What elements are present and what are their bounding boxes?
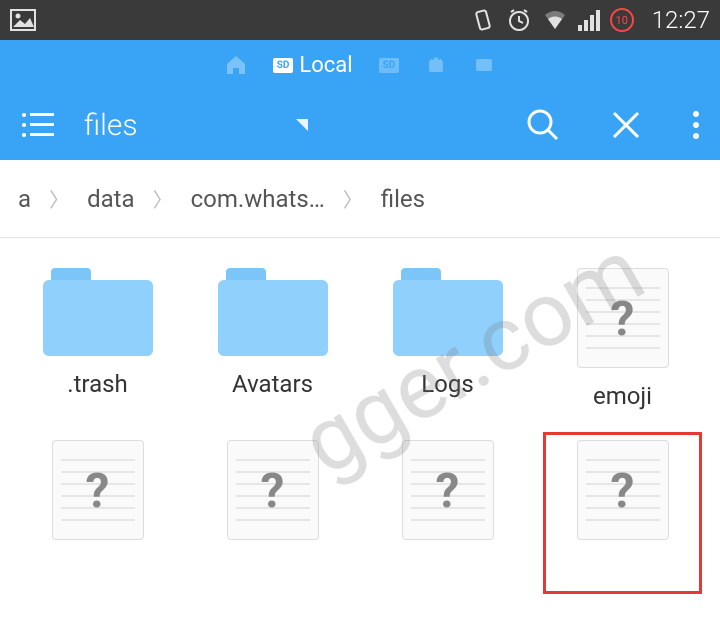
breadcrumb-item[interactable]: com.whats… [173, 185, 343, 213]
status-bar: 10 12:27 [0, 0, 720, 40]
file-item[interactable]: ? [10, 430, 185, 564]
folder-item[interactable]: .trash [10, 258, 185, 420]
tab-sd2[interactable]: SD [373, 54, 406, 77]
tab-home[interactable] [219, 50, 253, 80]
item-label: Logs [421, 370, 473, 398]
chevron-right-icon: 〉 [343, 184, 363, 213]
unknown-file-icon: ? [227, 440, 319, 540]
wifi-icon [542, 9, 568, 31]
folder-item[interactable]: Avatars [185, 258, 360, 420]
folder-item[interactable]: Logs [360, 258, 535, 420]
dropdown-arrow-icon[interactable] [296, 119, 308, 131]
file-item[interactable]: ? [360, 430, 535, 564]
signal-icon [578, 9, 600, 31]
tab-network[interactable] [467, 50, 501, 80]
file-item[interactable]: ? emoji [535, 258, 710, 420]
breadcrumb: a 〉 data 〉 com.whats… 〉 files [0, 160, 720, 238]
item-label: Avatars [232, 370, 313, 398]
tab-local-label: Local [299, 53, 352, 78]
chevron-right-icon: 〉 [49, 184, 69, 213]
alarm-icon [506, 7, 532, 33]
unknown-file-icon: ? [577, 440, 669, 540]
search-icon[interactable] [526, 108, 560, 142]
folder-icon [393, 268, 503, 356]
chevron-right-icon: 〉 [153, 184, 173, 213]
storage-tabs: SD Local SD [0, 40, 720, 90]
folder-icon [43, 268, 153, 356]
breadcrumb-item[interactable]: a [0, 185, 49, 213]
tab-local[interactable]: SD Local [267, 49, 359, 82]
menu-list-icon[interactable] [20, 111, 56, 139]
toolbar-title[interactable]: files [84, 108, 138, 143]
sd-icon: SD [379, 58, 400, 73]
unknown-file-icon: ? [577, 268, 669, 368]
tab-android[interactable] [419, 50, 453, 80]
more-icon[interactable] [692, 110, 700, 140]
clock-text: 12:27 [652, 6, 710, 34]
toolbar: files [0, 90, 720, 160]
file-item[interactable]: ? [185, 430, 360, 564]
notification-badge: 10 [610, 8, 634, 32]
item-label: .trash [67, 370, 128, 398]
unknown-file-icon: ? [402, 440, 494, 540]
vibrate-icon [470, 7, 496, 33]
breadcrumb-item[interactable]: data [69, 185, 153, 213]
unknown-file-icon: ? [52, 440, 144, 540]
file-grid: .trash Avatars Logs ? emoji ? ? ? ? [0, 238, 720, 584]
item-label: emoji [593, 382, 652, 410]
picture-icon [10, 9, 36, 31]
folder-icon [218, 268, 328, 356]
sd-icon: SD [273, 58, 294, 73]
close-icon[interactable] [610, 109, 642, 141]
breadcrumb-item[interactable]: files [363, 185, 443, 213]
file-item[interactable]: ? [535, 430, 710, 564]
